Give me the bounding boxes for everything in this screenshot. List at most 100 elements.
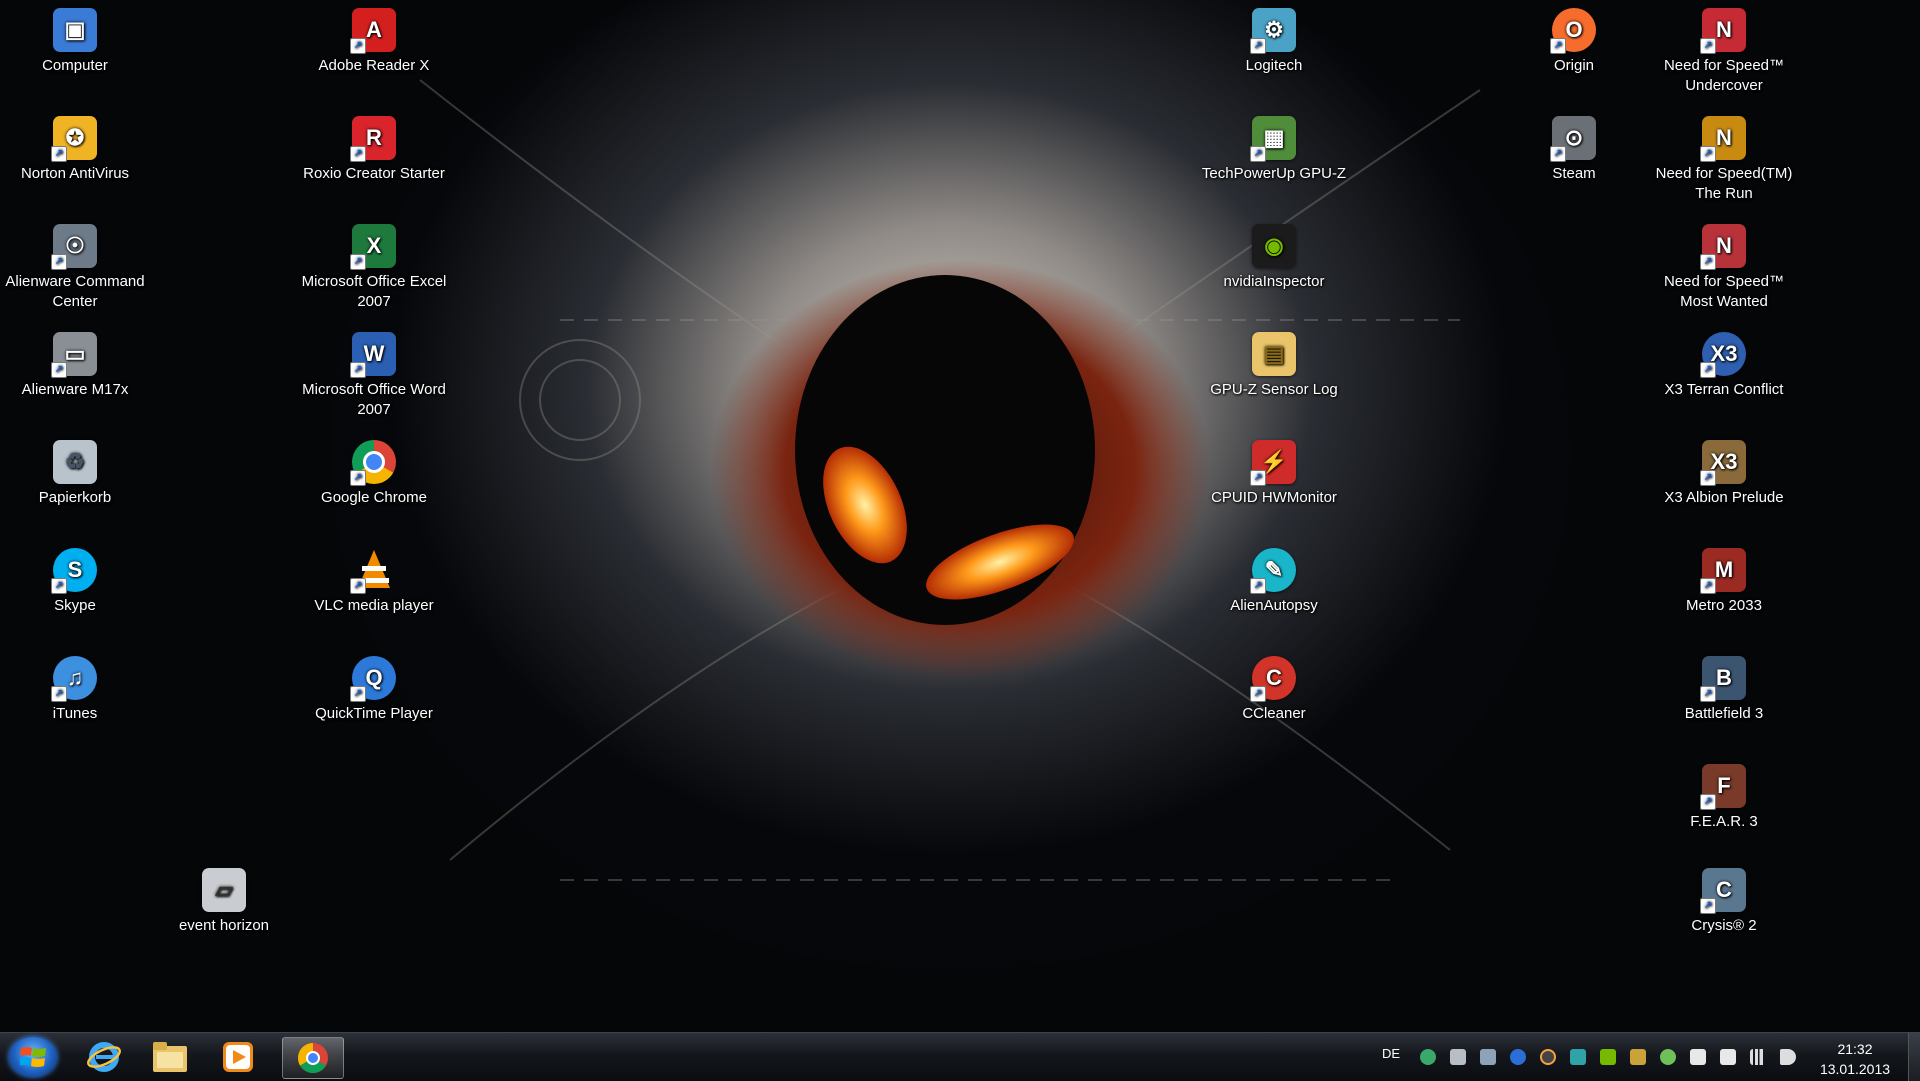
desktop-icon-nfs-most-wanted[interactable]: N ↗ Need for Speed™ Most Wanted xyxy=(1649,224,1799,312)
desktop-icon-adobe-reader[interactable]: A ↗ Adobe Reader X xyxy=(299,8,449,76)
nvidia-tray-icon[interactable] xyxy=(1600,1049,1616,1065)
alienware-cc-icon: ☉ ↗ xyxy=(51,224,97,270)
desktop-icon-hwmonitor[interactable]: ⚡ ↗ CPUID HWMonitor xyxy=(1199,440,1349,508)
update-badge-icon[interactable] xyxy=(1540,1049,1556,1065)
bluetooth-icon[interactable] xyxy=(1510,1049,1526,1065)
desktop-icon-gpu-z[interactable]: ▦ ↗ TechPowerUp GPU-Z xyxy=(1199,116,1349,184)
desktop-icon-label: CPUID HWMonitor xyxy=(1211,489,1337,506)
desktop-icon-label: Roxio Creator Starter xyxy=(303,165,445,182)
desktop-icon-label: Need for Speed™ Undercover xyxy=(1663,57,1785,94)
desktop-icon-x3-albion-prelude[interactable]: X3 ↗ X3 Albion Prelude xyxy=(1649,440,1799,508)
desktop-icon-itunes[interactable]: ♫ ↗ iTunes xyxy=(0,656,150,724)
skype-icon: S ↗ xyxy=(51,548,97,594)
excel-icon: X ↗ xyxy=(350,224,396,270)
hwmonitor-icon: ⚡ ↗ xyxy=(1250,440,1296,486)
desktop-icon-origin[interactable]: O ↗ Origin xyxy=(1499,8,1649,76)
desktop-icon-computer[interactable]: ▣ Computer xyxy=(0,8,150,76)
display-icon[interactable] xyxy=(1450,1049,1466,1065)
desktop-icon-logitech[interactable]: ⚙ ↗ Logitech xyxy=(1199,8,1349,76)
desktop-icon-event-horizon[interactable]: ▱ event horizon xyxy=(149,868,299,936)
action-center-flag-icon[interactable] xyxy=(1690,1049,1706,1065)
clock-date: 13.01.2013 xyxy=(1819,1061,1891,1077)
desktop-icon-excel[interactable]: X ↗ Microsoft Office Excel 2007 xyxy=(299,224,449,312)
taskbar: DE 21:32 13.01.2013 xyxy=(0,1032,1920,1081)
desktop-icon-steam[interactable]: ⊙ ↗ Steam xyxy=(1499,116,1649,184)
chrome-icon xyxy=(297,1043,328,1074)
desktop-icon-nvidia-inspector[interactable]: ◉ nvidiaInspector xyxy=(1199,224,1349,292)
chrome-icon: ↗ xyxy=(350,440,396,486)
desktop-icon-google-chrome[interactable]: ↗ Google Chrome xyxy=(299,440,449,508)
desktop-icon-label: QuickTime Player xyxy=(315,705,433,722)
ccleaner-icon: C ↗ xyxy=(1250,656,1296,702)
desktop-icon-skype[interactable]: S ↗ Skype xyxy=(0,548,150,616)
desktop-icon-label: nvidiaInspector xyxy=(1223,273,1325,290)
network-sync-icon[interactable] xyxy=(1420,1049,1436,1065)
desktop-icon-label: Logitech xyxy=(1245,57,1303,74)
clock-time: 21:32 xyxy=(1837,1041,1873,1057)
desktop-icon-vlc[interactable]: ↗ VLC media player xyxy=(299,548,449,616)
desktop-icon-alienware-m17x[interactable]: ▭ ↗ Alienware M17x xyxy=(0,332,150,400)
desktop-icon-label: Alienware M17x xyxy=(21,381,129,398)
origin-icon: O ↗ xyxy=(1550,8,1596,54)
vlc-icon: ↗ xyxy=(350,548,396,594)
security-shield-icon[interactable] xyxy=(1660,1049,1676,1065)
wireless-manager-icon[interactable] xyxy=(1570,1049,1586,1065)
clock[interactable]: 21:32 13.01.2013 xyxy=(1810,1039,1900,1079)
desktop-icon-recycle-bin[interactable]: ♻ Papierkorb xyxy=(0,440,150,508)
taskbar-google-chrome[interactable] xyxy=(282,1037,344,1079)
desktop-icon-label: Metro 2033 xyxy=(1686,597,1762,614)
desktop-icon-gpu-z-sensor-log[interactable]: ▤ GPU-Z Sensor Log xyxy=(1199,332,1349,400)
desktop-icon-label: TechPowerUp GPU-Z xyxy=(1201,165,1347,182)
show-desktop-button[interactable] xyxy=(1908,1033,1920,1081)
desktop-icon-label: X3 Terran Conflict xyxy=(1664,381,1784,398)
desktop-icon-crysis-2[interactable]: C ↗ Crysis® 2 xyxy=(1649,868,1799,936)
taskbar-internet-explorer[interactable] xyxy=(74,1037,134,1077)
desktop-icon-battlefield-3[interactable]: B ↗ Battlefield 3 xyxy=(1649,656,1799,724)
windows-start-icon xyxy=(20,1047,46,1067)
desktop-icon-label: iTunes xyxy=(52,705,98,722)
word-icon: W ↗ xyxy=(350,332,396,378)
signal-strength-icon[interactable] xyxy=(1750,1049,1766,1065)
desktop-icon-alienautopsy[interactable]: ✎ ↗ AlienAutopsy xyxy=(1199,548,1349,616)
desktop-icon-label: VLC media player xyxy=(314,597,434,614)
desktop-icon-alienware-command-center[interactable]: ☉ ↗ Alienware Command Center xyxy=(0,224,150,312)
desktop-icon-roxio[interactable]: R ↗ Roxio Creator Starter xyxy=(299,116,449,184)
x3-terran-conflict-icon: X3 ↗ xyxy=(1700,332,1746,378)
crysis-2-icon: C ↗ xyxy=(1700,868,1746,914)
desktop-icon-ccleaner[interactable]: C ↗ CCleaner xyxy=(1199,656,1349,724)
desktop-icon-label: Steam xyxy=(1552,165,1596,182)
desktop-icon-label: Microsoft Office Excel 2007 xyxy=(301,273,447,310)
adobe-reader-icon: A ↗ xyxy=(350,8,396,54)
desktop-icon-metro-2033[interactable]: M ↗ Metro 2033 xyxy=(1649,548,1799,616)
gpu-monitor-tray-icon[interactable] xyxy=(1630,1049,1646,1065)
volume-icon[interactable] xyxy=(1780,1049,1796,1065)
start-button[interactable] xyxy=(9,1037,57,1077)
language-indicator[interactable]: DE xyxy=(1382,1046,1400,1061)
desktop-icon-nfs-the-run[interactable]: N ↗ Need for Speed(TM) The Run xyxy=(1649,116,1799,204)
desktop-icon-label: Battlefield 3 xyxy=(1684,705,1764,722)
desktop-icon-label: Adobe Reader X xyxy=(318,57,430,74)
desktop-icon-label: Need for Speed™ Most Wanted xyxy=(1663,273,1785,310)
taskbar-file-explorer[interactable] xyxy=(140,1037,200,1077)
desktop-icon-nfs-undercover[interactable]: N ↗ Need for Speed™ Undercover xyxy=(1649,8,1799,96)
recycle-bin-icon: ♻ xyxy=(53,440,97,484)
desktop-icon-fear-3[interactable]: F ↗ F.E.A.R. 3 xyxy=(1649,764,1799,832)
desktop-icon-x3-terran-conflict[interactable]: X3 ↗ X3 Terran Conflict xyxy=(1649,332,1799,400)
desktop-icon-label: Computer xyxy=(42,57,108,74)
desktop-icon-label: Need for Speed(TM) The Run xyxy=(1655,165,1793,202)
desktop-icon-label: X3 Albion Prelude xyxy=(1664,489,1784,506)
desktop-icon-word[interactable]: W ↗ Microsoft Office Word 2007 xyxy=(299,332,449,420)
file-explorer-icon xyxy=(153,1042,187,1072)
desktop-icon-quicktime[interactable]: Q ↗ QuickTime Player xyxy=(299,656,449,724)
desktop-icon-norton[interactable]: ✪ ↗ Norton AntiVirus xyxy=(0,116,150,184)
metro-2033-icon: M ↗ xyxy=(1700,548,1746,594)
removable-drive-icon[interactable] xyxy=(1480,1049,1496,1065)
norton-icon: ✪ ↗ xyxy=(51,116,97,162)
desktop-icon-label: GPU-Z Sensor Log xyxy=(1210,381,1338,398)
taskbar-media-player[interactable] xyxy=(208,1037,268,1077)
itunes-icon: ♫ ↗ xyxy=(51,656,97,702)
battery-icon[interactable] xyxy=(1720,1049,1736,1065)
nfs-undercover-icon: N ↗ xyxy=(1700,8,1746,54)
roxio-icon: R ↗ xyxy=(350,116,396,162)
battlefield-3-icon: B ↗ xyxy=(1700,656,1746,702)
